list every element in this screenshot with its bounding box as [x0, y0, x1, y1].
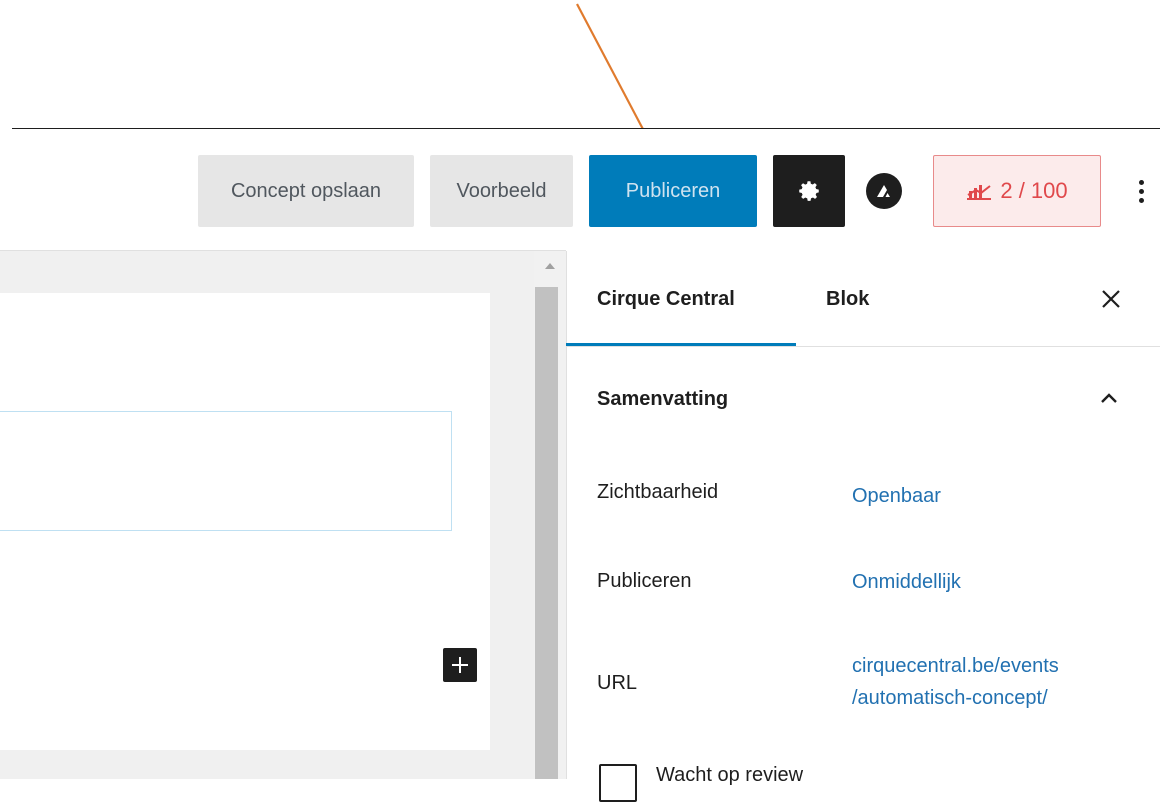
scrollbar-thumb[interactable]: [535, 287, 558, 779]
visibility-label: Zichtbaarheid: [597, 481, 719, 503]
publish-label: Publiceren: [625, 179, 721, 202]
url-value-link[interactable]: cirquecentral.be/events /automatisch-con…: [852, 650, 1059, 714]
astra-logo-icon: [877, 185, 890, 197]
url-line-1: cirquecentral.be/events: [852, 655, 1059, 677]
add-block-button[interactable]: [443, 648, 477, 682]
seo-score-label: 2 / 100: [1000, 178, 1068, 203]
tab-document[interactable]: Cirque Central: [597, 288, 735, 311]
scroll-up-arrow-icon: [545, 263, 555, 269]
url-label: URL: [597, 672, 638, 694]
summary-panel-title[interactable]: Samenvatting: [597, 388, 728, 411]
seo-score-button[interactable]: 2 / 100: [933, 155, 1101, 227]
tab-block[interactable]: Blok: [826, 288, 869, 311]
tabs-divider: [566, 346, 1160, 347]
preview-button[interactable]: Voorbeeld: [430, 155, 573, 227]
close-icon[interactable]: [1098, 286, 1124, 312]
post-title-field[interactable]: [0, 411, 452, 531]
publish-button[interactable]: Publiceren: [589, 155, 757, 227]
gear-icon: [799, 181, 819, 201]
publish-date-value-link[interactable]: Onmiddellijk: [852, 566, 961, 598]
astra-button[interactable]: [866, 173, 902, 209]
plus-icon: [452, 657, 468, 673]
chevron-up-icon[interactable]: [1097, 388, 1121, 408]
preview-label: Voorbeeld: [456, 179, 547, 202]
url-line-2: /automatisch-concept/: [852, 687, 1048, 709]
save-draft-button[interactable]: Concept opslaan: [198, 155, 414, 227]
more-vertical-icon: [1138, 176, 1144, 207]
pending-review-checkbox[interactable]: [599, 764, 637, 802]
visibility-value-link[interactable]: Openbaar: [852, 480, 941, 512]
more-options-button[interactable]: [1128, 160, 1154, 222]
scroll-up-button[interactable]: [534, 251, 566, 281]
publish-date-label: Publiceren: [597, 570, 692, 592]
save-draft-label: Concept opslaan: [230, 179, 382, 202]
pending-review-label: Wacht op review: [656, 764, 804, 786]
seo-chart-icon: [967, 185, 992, 200]
settings-button[interactable]: [773, 155, 845, 227]
